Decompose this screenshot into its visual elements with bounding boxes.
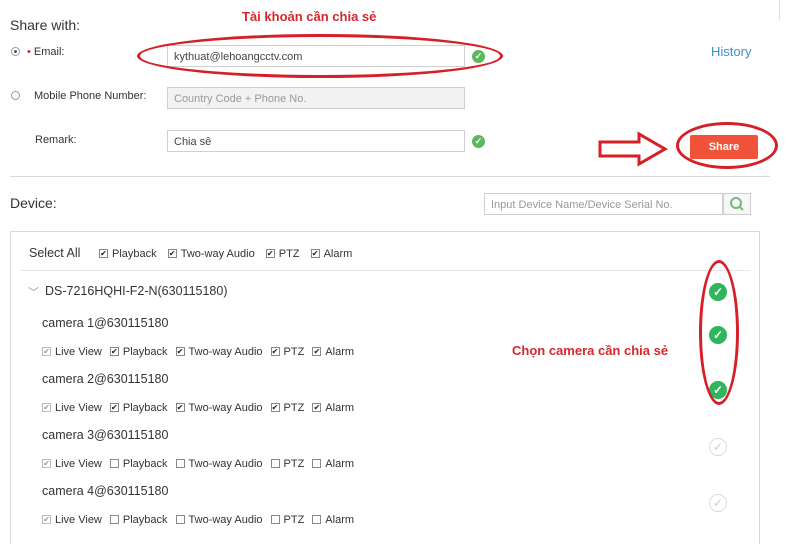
camera-permissions: Live View Playback Two-way Audio PTZ Alarm xyxy=(42,458,362,470)
permission-label: Alarm xyxy=(325,402,355,414)
search-icon xyxy=(730,197,744,211)
permission-label: Two-way Audio xyxy=(188,514,263,526)
camera-name[interactable]: camera 1@630115180 xyxy=(42,316,168,330)
permission-label: Alarm xyxy=(325,514,355,526)
permission-checkbox[interactable] xyxy=(109,402,119,412)
header-permissions: Playback Two-way Audio PTZ Alarm xyxy=(99,248,360,260)
permission-label: Alarm xyxy=(325,458,355,470)
permission-label: Playback xyxy=(122,402,168,414)
permission-checkbox[interactable] xyxy=(312,402,322,412)
annotation-ellipse-email xyxy=(137,34,503,78)
permission-checkbox[interactable] xyxy=(270,458,280,468)
permission-checkbox[interactable] xyxy=(42,402,51,412)
permission-checkbox[interactable] xyxy=(312,346,322,356)
annotation-camera: Chọn camera cần chia sẻ xyxy=(512,343,669,358)
camera-select-icon[interactable]: ✓ xyxy=(709,494,727,512)
permission-checkbox[interactable] xyxy=(175,346,185,356)
divider xyxy=(10,176,770,177)
header-two-way-audio-label: Two-way Audio xyxy=(180,248,255,260)
permission-label: PTZ xyxy=(283,514,305,526)
remark-field[interactable]: Chia sê xyxy=(167,130,465,152)
phone-label: Mobile Phone Number: xyxy=(34,90,147,102)
panel-border xyxy=(779,0,780,20)
phone-field[interactable]: Country Code + Phone No. xyxy=(167,87,465,109)
share-with-title: Share with: xyxy=(10,17,81,33)
header-playback-label: Playback xyxy=(112,248,157,260)
camera-permissions: Live View Playback Two-way Audio PTZ Alarm xyxy=(42,514,362,526)
device-title: Device: xyxy=(10,195,57,211)
permission-label: Playback xyxy=(122,458,168,470)
camera-permissions: Live View Playback Two-way Audio PTZ Alarm xyxy=(42,346,362,358)
device-panel xyxy=(10,231,760,557)
permission-checkbox[interactable] xyxy=(109,514,119,524)
panel-divider xyxy=(20,270,750,271)
permission-label: Two-way Audio xyxy=(188,458,263,470)
permission-label: Playback xyxy=(122,346,168,358)
search-button[interactable] xyxy=(723,193,751,215)
select-all[interactable]: Select All xyxy=(29,246,80,260)
phone-radio[interactable] xyxy=(11,91,20,100)
header-alarm-label: Alarm xyxy=(323,248,353,260)
permission-checkbox[interactable] xyxy=(175,458,185,468)
history-link[interactable]: History xyxy=(711,44,751,59)
email-label: • Email: xyxy=(27,46,65,58)
permission-label: Live View xyxy=(55,458,102,470)
camera-name[interactable]: camera 2@630115180 xyxy=(42,372,168,386)
camera-name[interactable]: camera 3@630115180 xyxy=(42,428,168,442)
permission-label: PTZ xyxy=(283,346,305,358)
device-name[interactable]: DS-7216HQHI-F2-N(630115180) xyxy=(45,284,228,298)
permission-checkbox[interactable] xyxy=(175,402,185,412)
permission-label: PTZ xyxy=(283,402,305,414)
header-ptz-label: PTZ xyxy=(278,248,300,260)
camera-name[interactable]: camera 4@630115180 xyxy=(42,484,168,498)
permission-label: Two-way Audio xyxy=(188,402,263,414)
device-search-input[interactable]: Input Device Name/Device Serial No. xyxy=(484,193,723,215)
permission-label: Two-way Audio xyxy=(188,346,263,358)
annotation-ellipse-share xyxy=(676,122,778,169)
permission-checkbox[interactable] xyxy=(109,346,119,356)
header-playback-checkbox[interactable] xyxy=(99,248,108,258)
annotation-account: Tài khoản cần chia sẻ xyxy=(242,9,377,24)
remark-label: Remark: xyxy=(35,134,77,146)
permission-checkbox[interactable] xyxy=(42,346,51,356)
bottom-strip xyxy=(0,544,788,557)
permission-checkbox[interactable] xyxy=(312,458,322,468)
permission-label: Playback xyxy=(122,514,168,526)
camera-select-icon[interactable]: ✓ xyxy=(709,438,727,456)
permission-checkbox[interactable] xyxy=(42,514,51,524)
permission-checkbox[interactable] xyxy=(109,458,119,468)
chevron-down-icon[interactable]: ﹀ xyxy=(28,284,39,300)
permission-label: Alarm xyxy=(325,346,355,358)
annotation-ellipse-cameras xyxy=(699,260,739,405)
permission-label: Live View xyxy=(55,514,102,526)
header-ptz-checkbox[interactable] xyxy=(265,248,275,258)
permission-checkbox[interactable] xyxy=(312,514,322,524)
header-alarm-checkbox[interactable] xyxy=(310,248,320,258)
permission-checkbox[interactable] xyxy=(42,458,51,468)
email-radio[interactable] xyxy=(11,47,20,56)
permission-label: Live View xyxy=(55,346,102,358)
header-two-way-audio-checkbox[interactable] xyxy=(167,248,177,258)
permission-checkbox[interactable] xyxy=(270,514,280,524)
remark-check-icon: ✓ xyxy=(472,135,485,148)
permission-label: PTZ xyxy=(283,458,305,470)
camera-permissions: Live View Playback Two-way Audio PTZ Alarm xyxy=(42,402,362,414)
right-arrow-icon xyxy=(598,131,669,167)
permission-checkbox[interactable] xyxy=(270,346,280,356)
permission-label: Live View xyxy=(55,402,102,414)
permission-checkbox[interactable] xyxy=(270,402,280,412)
permission-checkbox[interactable] xyxy=(175,514,185,524)
